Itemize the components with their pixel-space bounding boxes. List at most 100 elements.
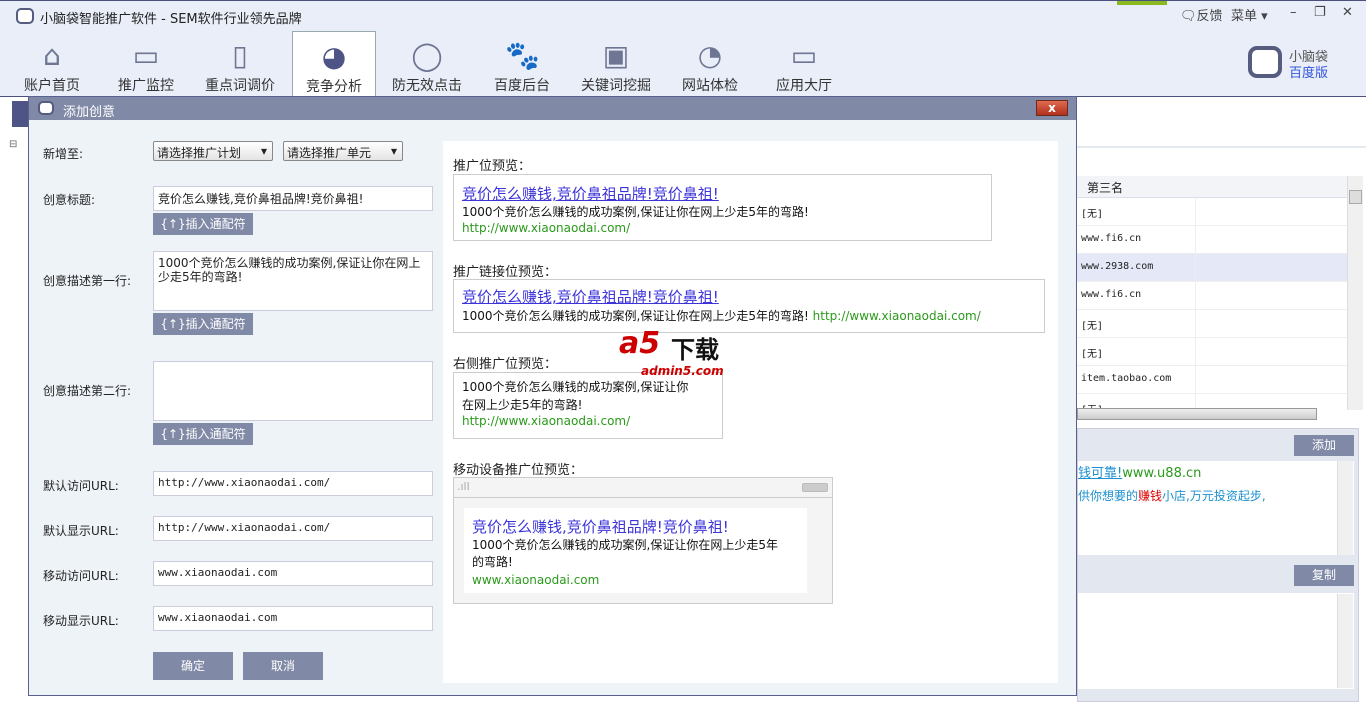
tool-label: 账户首页	[24, 78, 80, 94]
mobile-preview-heading: 移动设备推广位预览：	[453, 463, 584, 478]
table-row[interactable]: [无]	[1077, 338, 1347, 366]
ad-url: www.xiaonaodai.com	[472, 573, 600, 587]
visit-url-label: 默认访问URL:	[43, 479, 119, 493]
insert-wildcard-button[interactable]: {↑}插入通配符	[153, 313, 253, 335]
tool-label: 重点词调价	[205, 78, 275, 94]
add-to-label: 新增至:	[43, 147, 84, 161]
ad-description-line1: 1000个竞价怎么赚钱的成功案例,保证让你在网上少走5年	[472, 538, 778, 552]
title-bar: 小脑袋智能推广软件 - SEM软件行业领先品牌 🗨反馈 菜单 ▾ – ❐ ✕	[0, 0, 1366, 30]
tool-label: 网站体检	[682, 78, 738, 94]
mobile-ad: 竞价怎么赚钱,竞价鼻祖品牌!竞价鼻祖! 1000个竞价怎么赚钱的成功案例,保证让…	[464, 508, 807, 593]
tool-label: 百度后台	[494, 78, 550, 94]
desc1-textarea[interactable]: 1000个竞价怎么赚钱的成功案例,保证让你在网上少走5年的弯路!	[153, 251, 433, 311]
ad-title-link[interactable]: 竞价怎么赚钱,竞价鼻祖品牌!竞价鼻祖!	[462, 286, 1036, 307]
unit-select[interactable]: 请选择推广单元	[283, 141, 403, 161]
table-vertical-scrollbar[interactable]	[1347, 176, 1363, 410]
ad-detail-panel: 添加 钱可靠!www.u88.cn 供你想要的赚钱小店,万元投资起步, 复制	[1077, 428, 1359, 702]
close-button[interactable]: ✕	[1342, 5, 1353, 20]
desc2-label: 创意描述第二行:	[43, 384, 132, 398]
column-divider	[1195, 198, 1196, 410]
tool-home[interactable]: ⌂ 账户首页	[10, 31, 94, 96]
tool-site-check[interactable]: ◔ 网站体检	[668, 31, 752, 96]
mobile-visit-url-label: 移动访问URL:	[43, 569, 119, 583]
insert-wildcard-button[interactable]: {↑}插入通配符	[153, 213, 253, 235]
app-title: 小脑袋智能推广软件 - SEM软件行业领先品牌	[40, 12, 302, 27]
table-horizontal-scrollbar[interactable]	[1077, 408, 1317, 420]
column-header-third[interactable]: 第三名	[1077, 176, 1347, 198]
tree-toggle[interactable]: ⊟	[9, 139, 17, 150]
tool-app-hall[interactable]: ▭ 应用大厅	[762, 31, 846, 96]
a5-watermark: a5 下载 admin5.com	[613, 326, 753, 382]
terminal-icon: ▣	[602, 39, 630, 72]
table-row[interactable]: www.fi6.cn	[1077, 282, 1347, 310]
side-tab[interactable]	[12, 101, 28, 127]
creative-title-input[interactable]: 竞价怎么赚钱,竞价鼻祖品牌!竞价鼻祖!	[153, 186, 433, 211]
baidu-paw-icon: 🐾	[505, 39, 540, 72]
tool-label: 竞争分析	[306, 79, 362, 95]
desc1-label: 创意描述第一行:	[43, 274, 132, 288]
tool-click-fraud[interactable]: ◯ 防无效点击	[385, 31, 469, 96]
ad-link[interactable]: 钱可靠!	[1078, 466, 1122, 481]
ad-description-line2: 的弯路!	[472, 555, 513, 569]
ad-url: http://www.xiaonaodai.com/	[462, 414, 631, 428]
ok-button[interactable]: 确定	[153, 652, 233, 680]
restore-button[interactable]: ❐	[1314, 5, 1326, 20]
menu-label: 菜单	[1231, 9, 1258, 24]
watermark-site: admin5.com	[641, 364, 724, 378]
watermark-text: 下载	[671, 336, 719, 364]
copy-text-box[interactable]	[1078, 593, 1354, 689]
tool-label: 推广监控	[118, 78, 174, 94]
accent-bar	[1117, 1, 1167, 5]
divider	[1077, 146, 1366, 148]
ad-title-link[interactable]: 竞价怎么赚钱,竞价鼻祖品牌!竞价鼻祖!	[462, 183, 983, 204]
unit-select-value: 请选择推广单元	[287, 146, 372, 160]
table-row[interactable]: [无]	[1077, 198, 1347, 226]
display-url-input[interactable]: http://www.xiaonaodai.com/	[153, 516, 433, 541]
tool-keyword-bid[interactable]: ▯ 重点词调价	[198, 31, 282, 96]
gauge-icon: ◔	[697, 39, 723, 72]
ad-text-box[interactable]: 钱可靠!www.u88.cn 供你想要的赚钱小店,万元投资起步,	[1078, 461, 1354, 555]
feedback-button[interactable]: 🗨反馈	[1180, 5, 1223, 24]
mobile-display-url-input[interactable]: www.xiaonaodai.com	[153, 606, 433, 631]
right-preview-box: 1000个竞价怎么赚钱的成功案例,保证让你 在网上少走5年的弯路! http:/…	[453, 372, 723, 439]
mobile-display-url-label: 移动显示URL:	[43, 614, 119, 628]
dialog-close-button[interactable]: x	[1036, 100, 1068, 116]
menu-button[interactable]: 菜单 ▾	[1231, 5, 1268, 24]
preview-panel: 推广位预览： 竞价怎么赚钱,竞价鼻祖品牌!竞价鼻祖! 1000个竞价怎么赚钱的成…	[443, 141, 1058, 683]
copy-text-scrollbar[interactable]	[1337, 594, 1353, 688]
mobile-visit-url-input[interactable]: www.xiaonaodai.com	[153, 561, 433, 586]
table-row[interactable]: www.fi6.cn	[1077, 226, 1347, 254]
promo-preview-heading: 推广位预览：	[453, 159, 532, 174]
cancel-button[interactable]: 取消	[243, 652, 323, 680]
dialog-title-bar[interactable]: 添加创意 x	[29, 97, 1076, 120]
table-row[interactable]: www.2938.com	[1077, 254, 1347, 282]
ad-title-link[interactable]: 竞价怎么赚钱,竞价鼻祖品牌!竞价鼻祖!	[472, 516, 799, 537]
tool-monitor[interactable]: ▭ 推广监控	[104, 31, 188, 96]
ad-text: 小店,万元投资起步,	[1162, 489, 1266, 503]
ad-url: http://www.xiaonaodai.com/	[462, 221, 631, 235]
link-preview-heading: 推广链接位预览：	[453, 265, 558, 280]
brand-edition: 百度版	[1289, 66, 1329, 81]
tool-label: 防无效点击	[392, 78, 462, 94]
ad-text-scrollbar[interactable]	[1337, 461, 1353, 555]
tool-baidu[interactable]: 🐾 百度后台	[480, 31, 564, 96]
chat-icon: 🗨	[1180, 9, 1197, 24]
insert-wildcard-button[interactable]: {↑}插入通配符	[153, 423, 253, 445]
add-button[interactable]: 添加	[1294, 435, 1354, 456]
ad-text: 供你想要的	[1078, 489, 1139, 503]
ad-description: 1000个竞价怎么赚钱的成功案例,保证让你在网上少走5年的弯路!	[462, 205, 809, 219]
right-preview-heading: 右侧推广位预览：	[453, 357, 558, 372]
tool-competition[interactable]: ◕ 竞争分析	[292, 31, 376, 96]
ad-url: www.u88.cn	[1122, 466, 1202, 481]
tool-keyword-mining[interactable]: ▣ 关键词挖掘	[574, 31, 658, 96]
minimize-button[interactable]: –	[1290, 5, 1297, 20]
copy-button[interactable]: 复制	[1294, 565, 1354, 586]
table-row[interactable]: [无]	[1077, 310, 1347, 338]
close-icon: x	[1048, 101, 1056, 115]
table-row[interactable]: item.taobao.com	[1077, 366, 1347, 394]
app-logo-icon	[16, 8, 34, 24]
link-preview-box: 竞价怎么赚钱,竞价鼻祖品牌!竞价鼻祖! 1000个竞价怎么赚钱的成功案例,保证让…	[453, 279, 1045, 333]
plan-select[interactable]: 请选择推广计划	[153, 141, 273, 161]
desc2-textarea[interactable]	[153, 361, 433, 421]
visit-url-input[interactable]: http://www.xiaonaodai.com/	[153, 471, 433, 496]
